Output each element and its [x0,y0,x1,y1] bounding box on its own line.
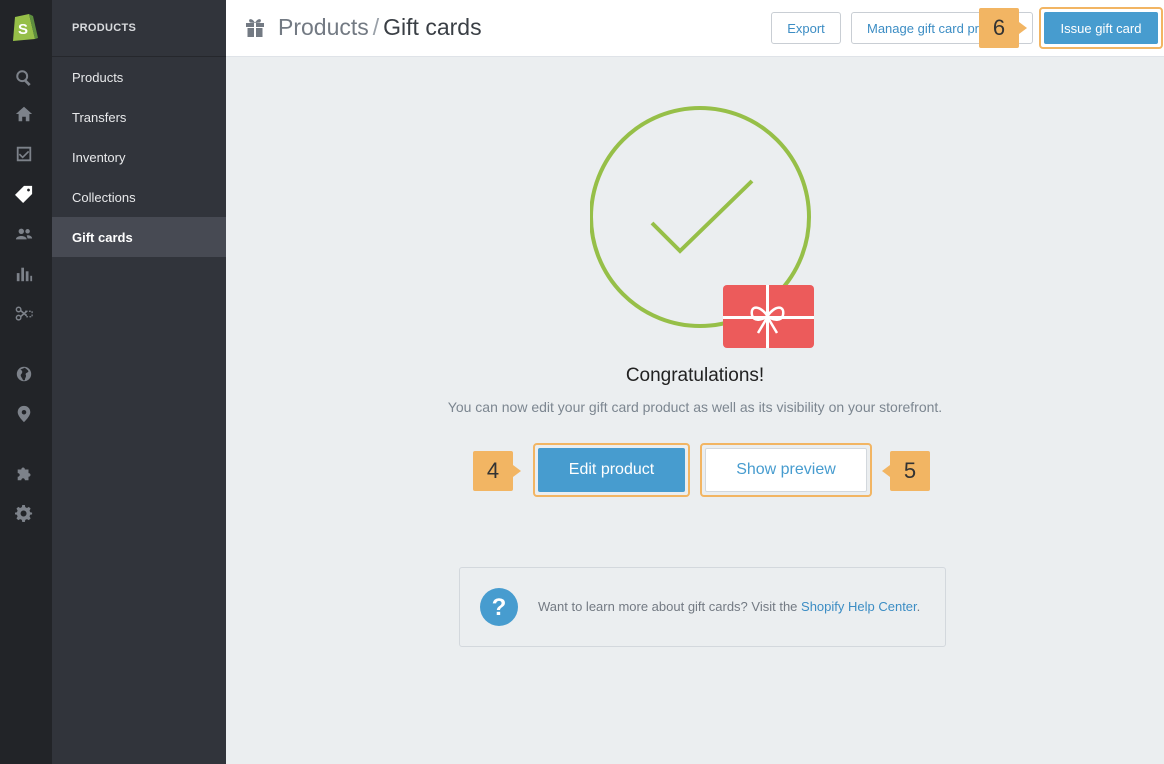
location-icon[interactable] [14,404,34,424]
shopify-logo-icon[interactable]: S [10,11,38,42]
callout-badge-5: 5 [882,451,930,491]
sidebar-section-title: PRODUCTS [52,0,226,57]
reports-icon[interactable] [14,264,34,284]
edit-product-button[interactable]: Edit product [538,448,685,492]
apps-icon[interactable] [14,464,34,484]
issue-gift-card-button[interactable]: Issue gift card [1044,12,1158,44]
app-rail: S [0,0,52,764]
page-title: Gift cards [383,14,482,40]
sidebar-item-products[interactable]: Products [52,57,226,97]
issue-gift-card-highlight: Issue gift card [1039,7,1163,49]
success-illustration [590,106,814,348]
search-icon[interactable] [14,68,34,88]
breadcrumb-separator: / [372,14,380,40]
edit-product-highlight: Edit product [533,443,690,497]
orders-icon[interactable] [14,144,34,164]
home-icon[interactable] [14,104,34,124]
section-sidebar: PRODUCTS Products Transfers Inventory Co… [52,0,226,764]
checkmark-icon [650,179,754,254]
show-preview-highlight: Show preview [700,443,872,497]
svg-text:?: ? [492,594,507,621]
gift-icon [246,19,264,37]
sidebar-item-inventory[interactable]: Inventory [52,137,226,177]
export-button[interactable]: Export [771,12,841,44]
callout-badge-6: 6 [979,8,1027,48]
sidebar-item-transfers[interactable]: Transfers [52,97,226,137]
help-question-icon: ? [480,588,518,626]
callout-badge-4: 4 [473,451,521,491]
svg-text:S: S [18,21,28,38]
tag-icon[interactable] [14,184,34,204]
gift-card-icon [723,285,814,348]
customers-icon[interactable] [14,224,34,244]
settings-icon[interactable] [14,504,34,524]
discounts-icon[interactable] [14,304,34,324]
breadcrumb: Products / Gift cards [278,14,482,41]
congrats-title: Congratulations! [625,365,765,386]
help-box: ? Want to learn more about gift cards? V… [459,567,946,647]
sidebar-item-collections[interactable]: Collections [52,177,226,217]
breadcrumb-parent[interactable]: Products [278,14,369,40]
sidebar-item-gift-cards[interactable]: Gift cards [52,217,226,257]
help-text: Want to learn more about gift cards? Vis… [538,599,921,614]
congrats-subtitle: You can now edit your gift card product … [447,399,943,415]
top-bar: Products / Gift cards Export Manage gift c… [226,0,1164,57]
globe-icon[interactable] [14,364,34,384]
help-center-link[interactable]: Shopify Help Center [801,599,917,614]
show-preview-button[interactable]: Show preview [705,448,867,492]
